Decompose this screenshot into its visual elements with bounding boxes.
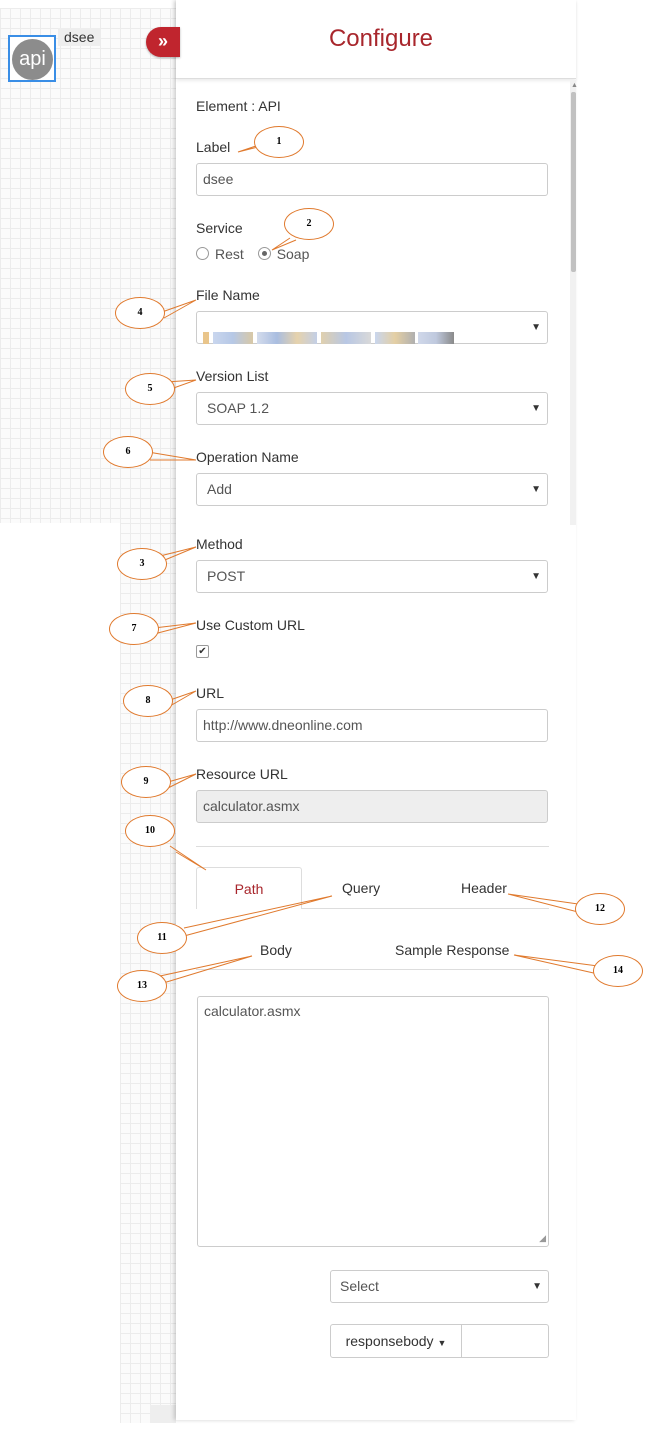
api-node-icon: api [12, 39, 53, 80]
url-label: URL [196, 685, 225, 701]
response-field-input[interactable] [462, 1325, 548, 1357]
url-input[interactable]: http://www.dneonline.com [196, 709, 548, 742]
annotation-8: 8 [123, 685, 173, 717]
tab-bar-underline-2 [196, 969, 549, 970]
double-chevron-right-icon: » [157, 31, 168, 51]
soap-radio[interactable]: Soap [257, 246, 309, 262]
path-textarea[interactable]: calculator.asmx ◢ [197, 996, 549, 1247]
operation-name-label: Operation Name [196, 449, 299, 465]
annotation-14: 14 [593, 955, 643, 987]
version-list-value: SOAP 1.2 [207, 400, 270, 416]
file-name-select[interactable]: ▼ [196, 311, 548, 345]
panel-title: Configure [328, 25, 434, 52]
caret-down-icon: ▼ [437, 1338, 447, 1348]
element-type: Element : API [196, 98, 281, 114]
select-dropdown-value: Select [340, 1278, 379, 1294]
resource-url-label: Resource URL [196, 766, 288, 782]
canvas-scroll-area [150, 1405, 176, 1423]
operation-name-select[interactable]: Add ▼ [196, 473, 548, 506]
resource-url-input: calculator.asmx [196, 790, 548, 823]
annotation-9: 9 [121, 766, 171, 798]
method-select[interactable]: POST ▼ [196, 560, 548, 593]
caret-down-icon: ▼ [531, 484, 541, 495]
tab-bar-underline [302, 908, 549, 909]
version-list-select[interactable]: SOAP 1.2 ▼ [196, 392, 548, 425]
service-radio-group: Rest Soap [196, 246, 309, 262]
method-label: Method [196, 536, 243, 552]
annotation-10: 10 [125, 815, 175, 847]
tab-sample-response[interactable]: Sample Response [395, 942, 509, 958]
annotation-3: 3 [117, 548, 167, 580]
node-label: dsee [58, 28, 101, 46]
rest-radio[interactable]: Rest [196, 246, 244, 262]
collapse-panel-button[interactable]: » [146, 27, 180, 57]
responsebody-label: responsebody [345, 1333, 434, 1349]
caret-down-icon: ▼ [531, 571, 541, 582]
version-list-label: Version List [196, 368, 269, 384]
label-input[interactable]: dsee [196, 163, 548, 196]
annotation-6: 6 [103, 436, 153, 468]
annotation-13: 13 [117, 970, 167, 1002]
responsebody-dropdown-button[interactable]: responsebody ▼ [331, 1325, 462, 1357]
caret-down-icon: ▼ [531, 322, 541, 333]
resize-grip-icon[interactable]: ◢ [539, 1233, 546, 1244]
file-name-label: File Name [196, 287, 260, 303]
use-custom-url-checkbox[interactable]: ✔ [196, 645, 209, 658]
annotation-2: 2 [284, 208, 334, 240]
label-field-label: Label [196, 139, 231, 155]
service-label: Service [196, 220, 243, 236]
use-custom-url-label: Use Custom URL [196, 617, 305, 633]
api-node[interactable]: api [8, 35, 56, 82]
panel-scrollbar-thumb[interactable] [571, 92, 576, 272]
annotation-12: 12 [575, 893, 625, 925]
caret-down-icon: ▼ [531, 403, 541, 414]
tab-query[interactable]: Query [342, 880, 380, 896]
annotation-11: 11 [137, 922, 187, 954]
path-textarea-value: calculator.asmx [204, 1003, 301, 1019]
annotation-7: 7 [109, 613, 159, 645]
caret-down-icon: ▼ [532, 1281, 542, 1292]
panel-header: Configure [176, 0, 576, 79]
method-value: POST [207, 568, 246, 584]
annotation-1: 1 [254, 126, 304, 158]
blurred-file-name [203, 322, 455, 353]
tab-header[interactable]: Header [461, 880, 507, 896]
operation-name-value: Add [207, 481, 232, 497]
response-input-group: responsebody ▼ [330, 1324, 549, 1358]
annotation-5: 5 [125, 373, 175, 405]
annotation-4: 4 [115, 297, 165, 329]
scroll-up-icon[interactable]: ▲ [571, 82, 578, 89]
section-divider [196, 846, 549, 847]
select-dropdown[interactable]: Select ▼ [330, 1270, 549, 1303]
tab-body[interactable]: Body [260, 942, 292, 958]
tab-path[interactable]: Path [196, 867, 302, 909]
